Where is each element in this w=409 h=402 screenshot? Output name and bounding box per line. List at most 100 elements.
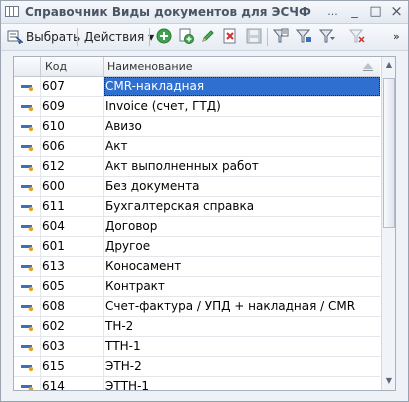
filter-icon[interactable] <box>273 28 289 44</box>
name-cell: Контракт <box>105 279 165 293</box>
list-item-icon <box>14 317 40 336</box>
name-cell: Другое <box>105 239 151 253</box>
code-cell: 607 <box>42 79 65 93</box>
list-item-icon <box>14 257 40 276</box>
name-cell: CMR-накладная <box>104 77 380 96</box>
code-cell: 615 <box>42 359 65 373</box>
scroll-down-icon[interactable]: ▼ <box>384 376 394 386</box>
table-row[interactable]: 609 Invoice (счет, ГТД) <box>14 97 380 117</box>
window-title: Справочник Виды документов для ЭСЧФ <box>25 5 311 19</box>
list-item-icon <box>14 277 40 296</box>
name-cell: ЭТН-2 <box>105 359 142 373</box>
name-cell: ТН-2 <box>105 319 134 333</box>
code-cell: 605 <box>42 279 65 293</box>
name-cell: ТТН-1 <box>105 339 141 353</box>
code-cell: 612 <box>42 159 65 173</box>
list-item-icon <box>14 117 40 136</box>
list-item-icon <box>14 137 40 156</box>
actions-menu-button[interactable]: Действия ▾ <box>84 27 154 47</box>
column-header-name[interactable]: Наименование <box>107 60 192 73</box>
list-item-icon <box>14 297 40 316</box>
code-cell: 610 <box>42 119 65 133</box>
code-cell: 611 <box>42 199 65 213</box>
table-row[interactable]: 603 ТТН-1 <box>14 337 380 357</box>
list-item-icon <box>14 97 40 116</box>
filter-history-icon[interactable] <box>319 28 335 44</box>
list-item-icon <box>14 157 40 176</box>
table-row[interactable]: 604 Договор <box>14 217 380 237</box>
sort-ascending-icon[interactable] <box>362 62 374 71</box>
title-bar[interactable]: Справочник Виды документов для ЭСЧФ ... … <box>1 1 408 24</box>
list-item-icon <box>14 197 40 216</box>
table-body: 607 CMR-накладная 609 Invoice (счет, ГТД) 61… <box>14 77 380 391</box>
list-item-icon <box>14 77 40 96</box>
code-cell: 603 <box>42 339 65 353</box>
name-cell: Акт <box>105 139 128 153</box>
select-button[interactable]: Выбрать <box>26 27 80 47</box>
table-icon <box>5 6 19 17</box>
table-row[interactable]: 615 ЭТН-2 <box>14 357 380 377</box>
table-row[interactable]: 611 Бухгалтерская справка <box>14 197 380 217</box>
table-row[interactable]: 605 Контракт <box>14 277 380 297</box>
list-item-icon <box>14 217 40 236</box>
column-header-code[interactable]: Код <box>45 60 67 73</box>
name-cell: Акт выполненных работ <box>105 159 259 173</box>
name-cell: Договор <box>105 219 158 233</box>
name-cell: Бухгалтерская справка <box>105 199 255 213</box>
table-row[interactable]: 610 Авизо <box>14 117 380 137</box>
table-row[interactable]: 608 Счет-фактура / УПД + накладная / CMR <box>14 297 380 317</box>
documents-table[interactable]: Код Наименование 607 CMR-накладная 609 Invo… <box>13 56 396 391</box>
select-icon <box>7 30 23 44</box>
table-row[interactable]: 601 Другое <box>14 237 380 257</box>
minimize-button[interactable]: _ <box>347 4 362 19</box>
table-row[interactable]: 600 Без документа <box>14 177 380 197</box>
actions-label: Действия <box>84 30 145 44</box>
close-button[interactable]: × <box>389 4 404 19</box>
toolbar-separator <box>267 28 268 46</box>
code-cell: 601 <box>42 239 65 253</box>
scrollbar-thumb[interactable] <box>383 78 395 228</box>
toolbar-separator <box>149 28 150 46</box>
list-item-icon <box>14 377 40 390</box>
edit-icon[interactable] <box>200 28 216 44</box>
code-cell: 602 <box>42 319 65 333</box>
add-icon[interactable] <box>156 28 172 44</box>
clear-filter-icon[interactable] <box>349 28 365 44</box>
name-cell: Авизо <box>105 119 142 133</box>
code-cell: 600 <box>42 179 65 193</box>
save-icon[interactable] <box>246 28 262 44</box>
table-row[interactable]: 602 ТН-2 <box>14 317 380 337</box>
list-item-icon <box>14 337 40 356</box>
table-row[interactable]: 607 CMR-накладная <box>14 77 380 97</box>
maximize-button[interactable]: □ <box>368 4 383 19</box>
list-item-icon <box>14 357 40 376</box>
name-cell: Счет-фактура / УПД + накладная / CMR <box>105 299 356 313</box>
code-cell: 606 <box>42 139 65 153</box>
toolbar-separator <box>77 28 78 46</box>
more-icon[interactable]: ... <box>325 4 340 19</box>
table-header: Код Наименование <box>14 57 380 77</box>
list-item-icon <box>14 237 40 256</box>
copy-icon[interactable] <box>178 28 194 44</box>
table-row[interactable]: 612 Акт выполненных работ <box>14 157 380 177</box>
code-cell: 614 <box>42 379 65 391</box>
table-row[interactable]: 614 ЭТТН-1 <box>14 377 380 391</box>
vertical-scrollbar[interactable]: ▲ ▼ <box>381 57 395 390</box>
code-cell: 613 <box>42 259 65 273</box>
name-cell: Без документа <box>105 179 200 193</box>
list-item-icon <box>14 177 40 196</box>
delete-icon[interactable] <box>222 28 238 44</box>
filter-by-value-icon[interactable] <box>296 28 312 44</box>
table-row[interactable]: 613 Коносамент <box>14 257 380 277</box>
code-cell: 604 <box>42 219 65 233</box>
name-cell: ЭТТН-1 <box>105 379 150 391</box>
table-row[interactable]: 606 Акт <box>14 137 380 157</box>
name-cell: Коносамент <box>105 259 182 273</box>
more-toolbar-button[interactable]: » <box>393 27 400 47</box>
reference-window: Справочник Виды документов для ЭСЧФ ... … <box>0 0 409 402</box>
toolbar: Выбрать Действия ▾ » <box>1 24 408 51</box>
code-cell: 608 <box>42 299 65 313</box>
scroll-up-icon[interactable]: ▲ <box>384 60 394 70</box>
name-cell: Invoice (счет, ГТД) <box>105 99 221 113</box>
code-cell: 609 <box>42 99 65 113</box>
